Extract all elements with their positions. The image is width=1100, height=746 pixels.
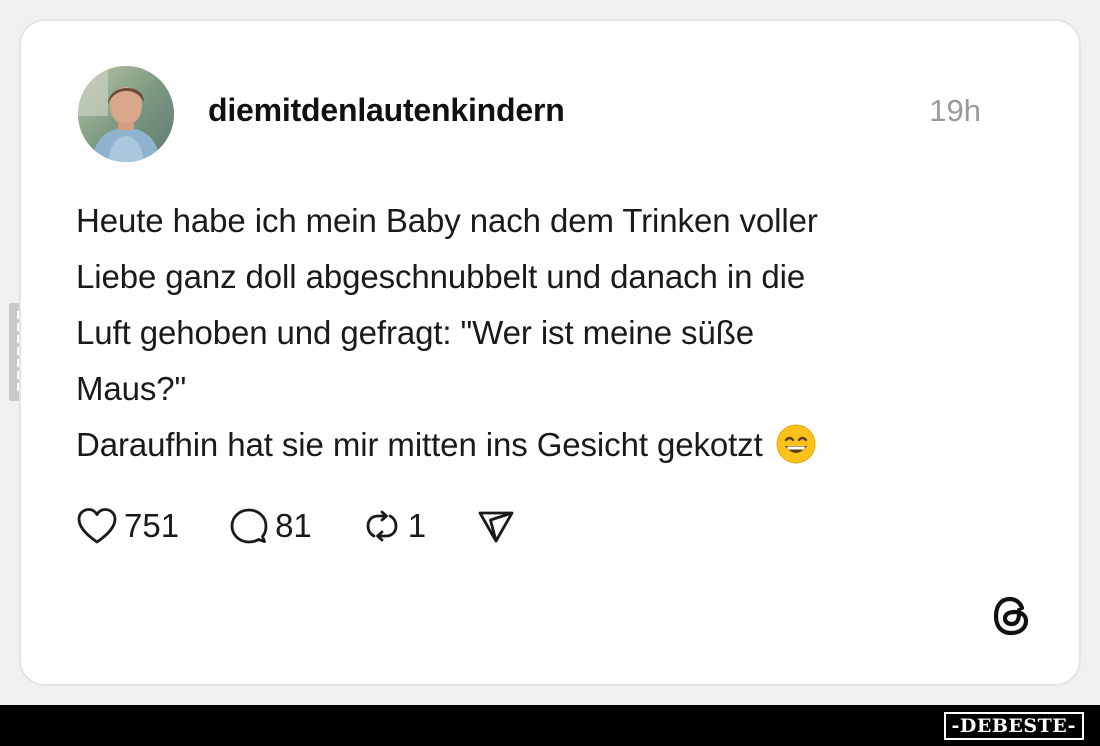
share-button[interactable] (476, 506, 516, 546)
post-text-line: Daraufhin hat sie mir mitten ins Gesicht… (76, 426, 763, 463)
post-text-line: Heute habe ich mein Baby nach dem Trinke… (76, 202, 818, 239)
username[interactable]: diemitdenlautenkindern (208, 92, 565, 129)
repost-button[interactable]: 1 (362, 506, 426, 546)
threads-logo-icon[interactable] (989, 593, 1035, 639)
avatar[interactable] (78, 66, 174, 162)
post-text: Heute habe ich mein Baby nach dem Trinke… (76, 193, 996, 473)
like-count: 751 (124, 507, 180, 544)
reply-button[interactable]: 81 (229, 506, 312, 546)
send-icon (476, 506, 516, 546)
like-button[interactable]: 751 (76, 506, 179, 546)
page: diemitdenlautenkindern 19h Heute habe ic… (0, 0, 1100, 746)
comment-bubble-icon (229, 506, 269, 546)
post-text-line: Luft gehoben und gefragt: "Wer ist meine… (76, 314, 755, 351)
post-text-line: Maus?" (76, 370, 187, 407)
post-text-line: Liebe ganz doll abgeschnubbelt und danac… (76, 258, 806, 295)
footer-bar: -DEBESTE- (0, 705, 1100, 746)
post-text-last-line: Daraufhin hat sie mir mitten ins Gesicht… (76, 417, 996, 473)
post-actions: 751 81 1 (76, 504, 566, 548)
repost-icon (362, 506, 402, 546)
threads-post-card: diemitdenlautenkindern 19h Heute habe ic… (19, 19, 1081, 686)
footer-watermark: -DEBESTE- (943, 712, 1084, 740)
grinning-face-emoji-icon (776, 424, 816, 464)
post-timestamp: 19h (929, 93, 981, 128)
reply-count: 81 (275, 507, 312, 544)
repost-count: 1 (407, 507, 427, 544)
heart-icon (76, 506, 118, 546)
